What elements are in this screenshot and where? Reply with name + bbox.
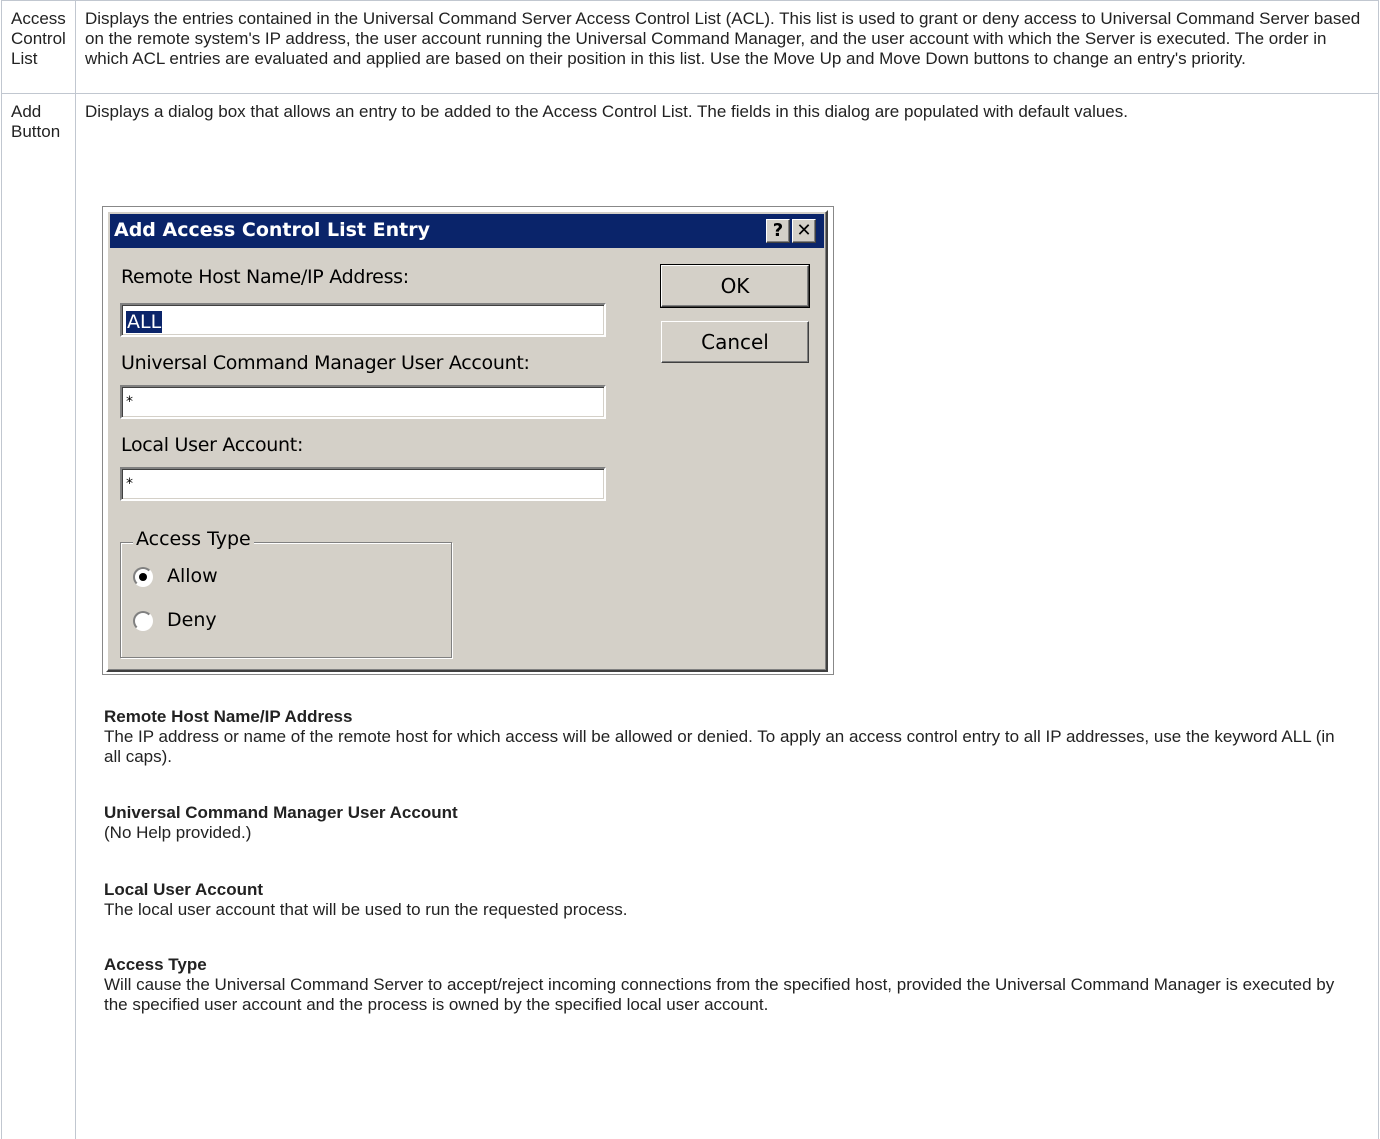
add-acl-entry-dialog: Add Access Control List Entry ? ✕ Remote… xyxy=(106,210,828,672)
manager-user-input[interactable]: * xyxy=(120,385,606,419)
help-local-user: Local User Account The local user accoun… xyxy=(104,880,1354,920)
radio-selected-dot xyxy=(139,573,147,581)
close-icon: ✕ xyxy=(796,220,811,241)
help-heading: Universal Command Manager User Account xyxy=(104,803,1354,823)
help-remote-host: Remote Host Name/IP Address The IP addre… xyxy=(104,707,1354,767)
ok-button[interactable]: OK xyxy=(661,265,809,307)
dialog-titlebar: Add Access Control List Entry ? ✕ xyxy=(110,214,824,248)
help-button[interactable]: ? xyxy=(766,219,790,243)
help-text: (No Help provided.) xyxy=(104,823,1354,843)
help-text: The IP address or name of the remote hos… xyxy=(104,727,1354,767)
manager-user-label: Universal Command Manager User Account: xyxy=(121,352,530,374)
row-label-add-button: Add Button xyxy=(2,94,76,1139)
help-heading: Local User Account xyxy=(104,880,1354,900)
radio-allow-indicator[interactable] xyxy=(133,567,153,587)
remote-host-label: Remote Host Name/IP Address: xyxy=(121,266,409,288)
radio-deny-indicator[interactable] xyxy=(133,611,153,631)
radio-allow-label: Allow xyxy=(167,565,218,587)
help-text: The local user account that will be used… xyxy=(104,900,1354,920)
remote-host-value: ALL xyxy=(126,311,162,333)
help-icon: ? xyxy=(773,220,783,241)
radio-deny-label: Deny xyxy=(167,609,217,631)
help-heading: Remote Host Name/IP Address xyxy=(104,707,1354,727)
remote-host-input[interactable]: ALL xyxy=(120,303,606,337)
help-text: Will cause the Universal Command Server … xyxy=(104,975,1354,1015)
dialog-screenshot: Add Access Control List Entry ? ✕ Remote… xyxy=(102,206,834,675)
help-heading: Access Type xyxy=(104,955,1354,975)
help-access-type: Access Type Will cause the Universal Com… xyxy=(104,955,1354,1015)
row-label-acl: Access Control List xyxy=(2,1,76,94)
local-user-value: * xyxy=(126,476,133,492)
close-button[interactable]: ✕ xyxy=(792,219,816,243)
access-type-group: Access Type Allow Deny xyxy=(120,542,452,658)
local-user-label: Local User Account: xyxy=(121,434,303,456)
manager-user-value: * xyxy=(126,394,133,410)
dialog-title: Add Access Control List Entry xyxy=(114,219,430,241)
access-type-legend: Access Type xyxy=(133,528,254,550)
cancel-button[interactable]: Cancel xyxy=(661,321,809,363)
table-row: Access Control List Displays the entries… xyxy=(2,1,1379,94)
row-description-acl: Displays the entries contained in the Un… xyxy=(76,1,1379,94)
local-user-input[interactable]: * xyxy=(120,467,606,501)
help-manager-user: Universal Command Manager User Account (… xyxy=(104,803,1354,843)
